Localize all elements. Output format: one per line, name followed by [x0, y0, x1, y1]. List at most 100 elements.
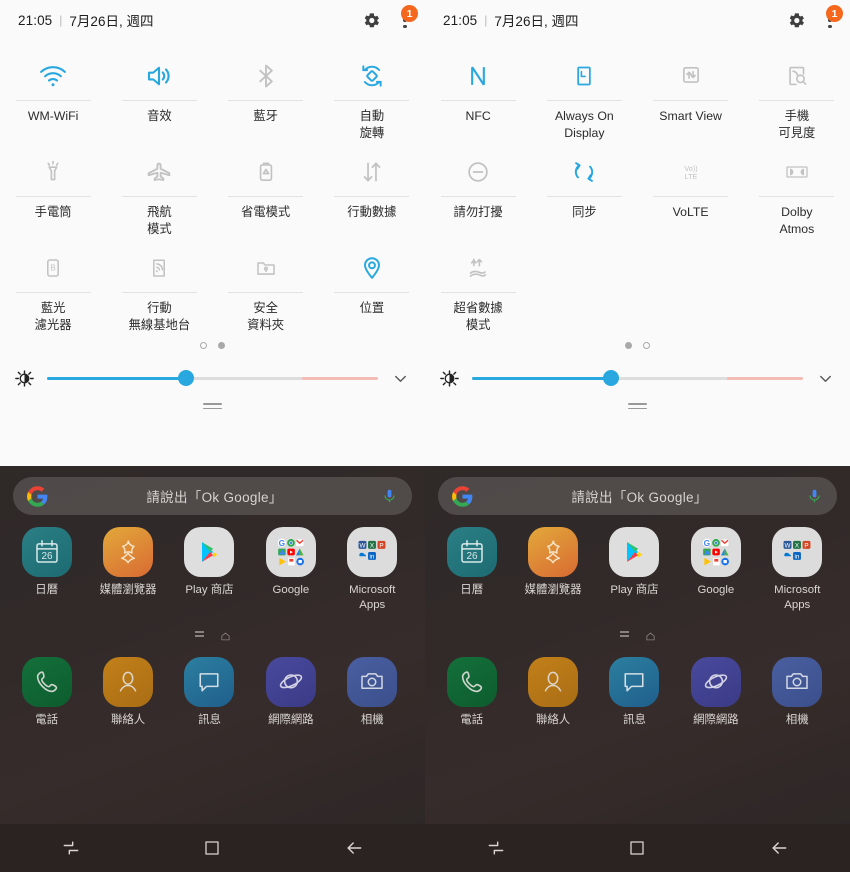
qs-tile-volte[interactable]: Vo)) LTE VoLTE [638, 142, 744, 238]
app-messages[interactable]: 訊息 [594, 657, 675, 728]
tile-divider [228, 292, 304, 293]
app-internet[interactable]: 網際網路 [250, 657, 331, 728]
folder-microsoft-apps[interactable]: W X P in Microsoft Apps [757, 527, 838, 613]
phone-screenshot-left: 21:05 | 7月26日, 週四 1 WM-WiFi 音效 藍牙 自動 旋轉 … [0, 0, 425, 872]
chevron-down-icon[interactable] [388, 369, 412, 388]
qs-row-1: WM-WiFi 音效 藍牙 自動 旋轉 [0, 46, 425, 142]
app-contacts[interactable]: 聯絡人 [87, 657, 168, 728]
app-phone[interactable]: 電話 [6, 657, 87, 728]
overflow-menu-button[interactable]: 1 [820, 5, 843, 31]
qs-tile-do-not-disturb[interactable]: 請勿打擾 [425, 142, 531, 238]
app-calendar[interactable]: 26 日曆 [431, 527, 512, 613]
gallery-icon [103, 527, 154, 577]
qs-label-do-not-disturb: 請勿打擾 [453, 205, 503, 219]
qs-tile-smart-view[interactable]: Smart View [638, 46, 744, 142]
panel-drag-handle[interactable] [0, 403, 425, 410]
panel-drag-handle[interactable] [425, 403, 850, 410]
tile-divider [334, 196, 410, 197]
qs-tile-sync[interactable]: 同步 [531, 142, 637, 238]
home-button[interactable] [177, 824, 247, 872]
qs-tile-always-on-display[interactable]: Always On Display [531, 46, 637, 142]
home-page-indicator[interactable] [0, 623, 425, 645]
home-button[interactable] [602, 824, 672, 872]
brightness-slider[interactable] [472, 367, 803, 389]
apps-list-icon[interactable] [194, 631, 204, 637]
recents-button[interactable] [461, 824, 531, 872]
svg-text:in: in [370, 553, 375, 560]
home-screen-right: 請說出「Ok Google」 26 日曆 媒體瀏覽器 Play 商店 G Goo… [425, 466, 850, 872]
calendar-icon: 26 [446, 527, 497, 577]
app-camera[interactable]: 相機 [757, 657, 838, 728]
qs-tile-nfc[interactable]: NFC [425, 46, 531, 142]
page-dot-2[interactable] [643, 341, 650, 349]
microsoft-folder-icon: W X P in [772, 527, 823, 577]
back-button[interactable] [744, 824, 814, 872]
tile-divider [121, 292, 197, 293]
page-dot-2[interactable] [218, 341, 225, 349]
tile-divider [653, 100, 729, 101]
google-search-bar[interactable]: 請說出「Ok Google」 [438, 477, 837, 515]
recents-button[interactable] [36, 824, 106, 872]
qs-tile-secure-folder[interactable]: 安全 資料夾 [213, 238, 319, 334]
qs-label-volte: VoLTE [672, 205, 709, 219]
svg-text:P: P [380, 542, 384, 549]
qs-tile-location[interactable]: 位置 [319, 238, 425, 334]
google-search-bar[interactable]: 請說出「Ok Google」 [13, 477, 412, 515]
qs-tile-dolby-atmos[interactable]: Dolby Atmos [744, 142, 850, 238]
tile-divider [334, 100, 410, 101]
slider-warm-zone [726, 376, 803, 380]
slider-knob[interactable] [178, 370, 195, 386]
qs-tile-ultra-data-saving[interactable]: 超省數據 模式 [425, 238, 531, 334]
chevron-down-icon[interactable] [813, 369, 837, 388]
qs-tile-flashlight[interactable]: 手電筒 [0, 142, 106, 238]
qs-row-2: 手電筒 飛航 模式 省電模式 行動數據 [0, 142, 425, 238]
app-contacts[interactable]: 聯絡人 [512, 657, 593, 728]
folder-microsoft-apps[interactable]: W X P in Microsoft Apps [332, 527, 413, 613]
qs-tile-wifi[interactable]: WM-WiFi [0, 46, 106, 142]
app-gallery[interactable]: 媒體瀏覽器 [87, 527, 168, 613]
dolby-atmos-icon [781, 150, 813, 194]
qs-tile-mobile-hotspot[interactable]: 行動 無線基地台 [106, 238, 212, 334]
qs-tile-bluetooth[interactable]: 藍牙 [213, 46, 319, 142]
folder-google[interactable]: G Google [675, 527, 756, 613]
qs-tile-power-saving[interactable]: 省電模式 [213, 142, 319, 238]
gear-icon[interactable] [787, 11, 806, 30]
page-dot-1[interactable] [200, 341, 207, 349]
always-on-display-icon [571, 54, 597, 98]
home-page-indicator[interactable] [425, 623, 850, 645]
brightness-slider[interactable] [47, 367, 378, 389]
page-dot-1[interactable] [625, 341, 632, 349]
qs-tile-auto-rotate[interactable]: 自動 旋轉 [319, 46, 425, 142]
app-internet[interactable]: 網際網路 [675, 657, 756, 728]
status-separator: | [59, 13, 63, 27]
overflow-menu-button[interactable]: 1 [395, 5, 418, 31]
app-play-store[interactable]: Play 商店 [169, 527, 250, 613]
app-phone[interactable]: 電話 [431, 657, 512, 728]
back-button[interactable] [319, 824, 389, 872]
app-messages[interactable]: 訊息 [169, 657, 250, 728]
home-page-icon[interactable] [220, 629, 231, 641]
qs-tile-mobile-data[interactable]: 行動數據 [319, 142, 425, 238]
quick-panel-page-indicator-left[interactable] [0, 338, 425, 352]
app-camera[interactable]: 相機 [332, 657, 413, 728]
location-icon [358, 246, 386, 290]
gear-icon[interactable] [362, 11, 381, 30]
microphone-icon[interactable] [381, 486, 398, 507]
tile-divider [228, 196, 304, 197]
qs-tile-sound[interactable]: 音效 [106, 46, 212, 142]
tile-divider [15, 100, 91, 101]
qs-tile-phone-visibility[interactable]: 手機 可見度 [744, 46, 850, 142]
contacts-icon [103, 657, 154, 707]
qs-label-auto-rotate: 自動 旋轉 [359, 109, 385, 140]
apps-list-icon[interactable] [619, 631, 629, 637]
app-play-store[interactable]: Play 商店 [594, 527, 675, 613]
app-calendar[interactable]: 26 日曆 [6, 527, 87, 613]
app-gallery[interactable]: 媒體瀏覽器 [512, 527, 593, 613]
qs-tile-blue-light-filter[interactable]: B 藍光 濾光器 [0, 238, 106, 334]
qs-tile-airplane[interactable]: 飛航 模式 [106, 142, 212, 238]
quick-panel-page-indicator-right[interactable] [425, 338, 850, 352]
home-page-icon[interactable] [645, 629, 656, 641]
folder-google[interactable]: G Google [250, 527, 331, 613]
microphone-icon[interactable] [806, 486, 823, 507]
slider-knob[interactable] [603, 370, 620, 386]
